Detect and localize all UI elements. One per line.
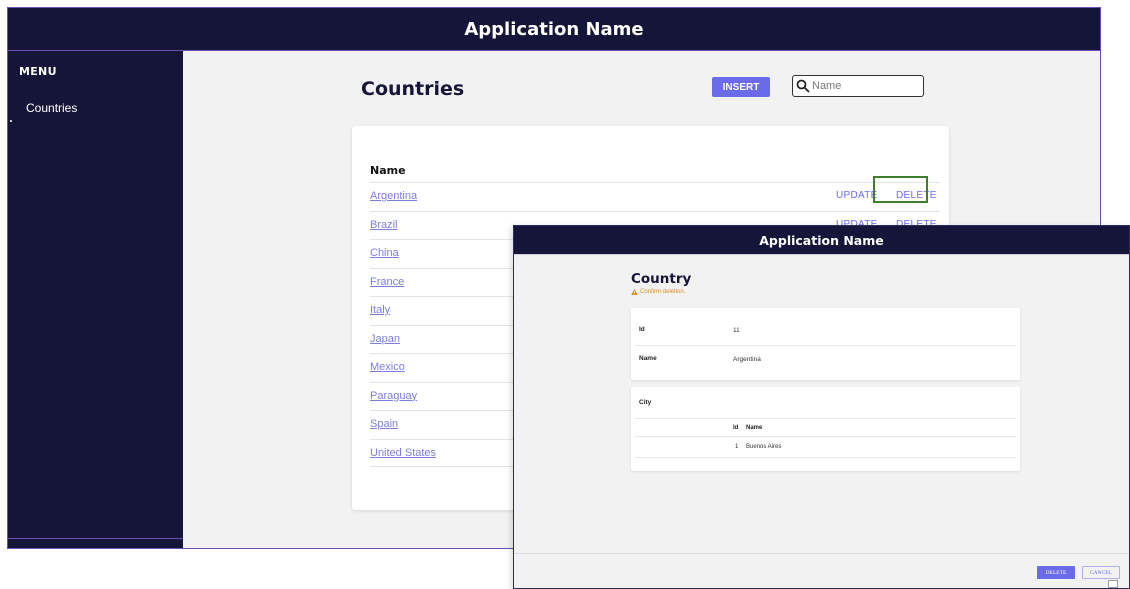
cursor-indicator: [1108, 580, 1118, 588]
country-link[interactable]: France: [370, 276, 404, 288]
sidebar-marker: [10, 120, 12, 122]
sidebar: MENU Countries: [8, 51, 183, 548]
city-row-name: Buenos Aires: [746, 444, 782, 450]
city-row-id: 1: [735, 444, 739, 450]
field-value-id: 11: [733, 327, 740, 334]
city-row-divider: [635, 457, 1016, 458]
country-link[interactable]: Mexico: [370, 361, 405, 373]
country-link[interactable]: United States: [370, 447, 436, 459]
country-link[interactable]: China: [370, 247, 399, 259]
warning-message: Confirm deletion.: [631, 289, 685, 295]
city-label: City: [639, 399, 652, 406]
sidebar-menu-title: MENU: [19, 65, 57, 78]
warning-icon: [631, 289, 638, 295]
insert-button[interactable]: INSERT: [712, 77, 770, 97]
sidebar-divider: [8, 538, 183, 539]
warning-text: Confirm deletion.: [640, 289, 686, 295]
table-row: Argentina UPDATE DELETE: [370, 182, 940, 211]
city-divider: [635, 418, 1016, 419]
city-column-name: Name: [746, 425, 763, 431]
app-title: Application Name: [464, 18, 644, 40]
delete-link[interactable]: DELETE: [896, 190, 937, 201]
action-bar: DELETE CANCEL: [514, 553, 1129, 588]
column-header-name: Name: [370, 164, 406, 177]
country-fields-panel: Id 11 Name Argentina: [631, 308, 1020, 380]
field-value-name: Argentina: [733, 356, 761, 363]
delete-confirmation-window: Application Name Country Confirm deletio…: [513, 225, 1130, 589]
app-header: Application Name: [8, 8, 1100, 51]
update-link[interactable]: UPDATE: [836, 190, 878, 201]
search-icon: [796, 79, 810, 93]
app-header: Application Name: [514, 226, 1129, 254]
search-input[interactable]: [810, 80, 922, 92]
city-header-divider: [635, 436, 1016, 437]
city-column-id: Id: [733, 425, 739, 431]
field-label-id: Id: [639, 326, 645, 333]
country-link[interactable]: Italy: [370, 304, 390, 316]
field-divider: [635, 345, 1016, 346]
app-title: Application Name: [759, 232, 884, 248]
country-link[interactable]: Brazil: [370, 219, 398, 231]
country-link[interactable]: Paraguay: [370, 390, 417, 402]
search-box[interactable]: [792, 75, 924, 97]
country-link[interactable]: Argentina: [370, 190, 417, 202]
country-link[interactable]: Spain: [370, 418, 398, 430]
page-title: Countries: [361, 78, 465, 100]
page-title: Country: [631, 271, 692, 287]
sidebar-item-countries[interactable]: Countries: [26, 101, 77, 115]
header-divider: [514, 254, 1129, 255]
confirm-delete-button[interactable]: DELETE: [1037, 566, 1075, 579]
field-label-name: Name: [639, 355, 657, 362]
cancel-button[interactable]: CANCEL: [1082, 566, 1120, 579]
country-link[interactable]: Japan: [370, 333, 400, 345]
city-panel: City Id Name 1 Buenos Aires: [631, 387, 1020, 471]
